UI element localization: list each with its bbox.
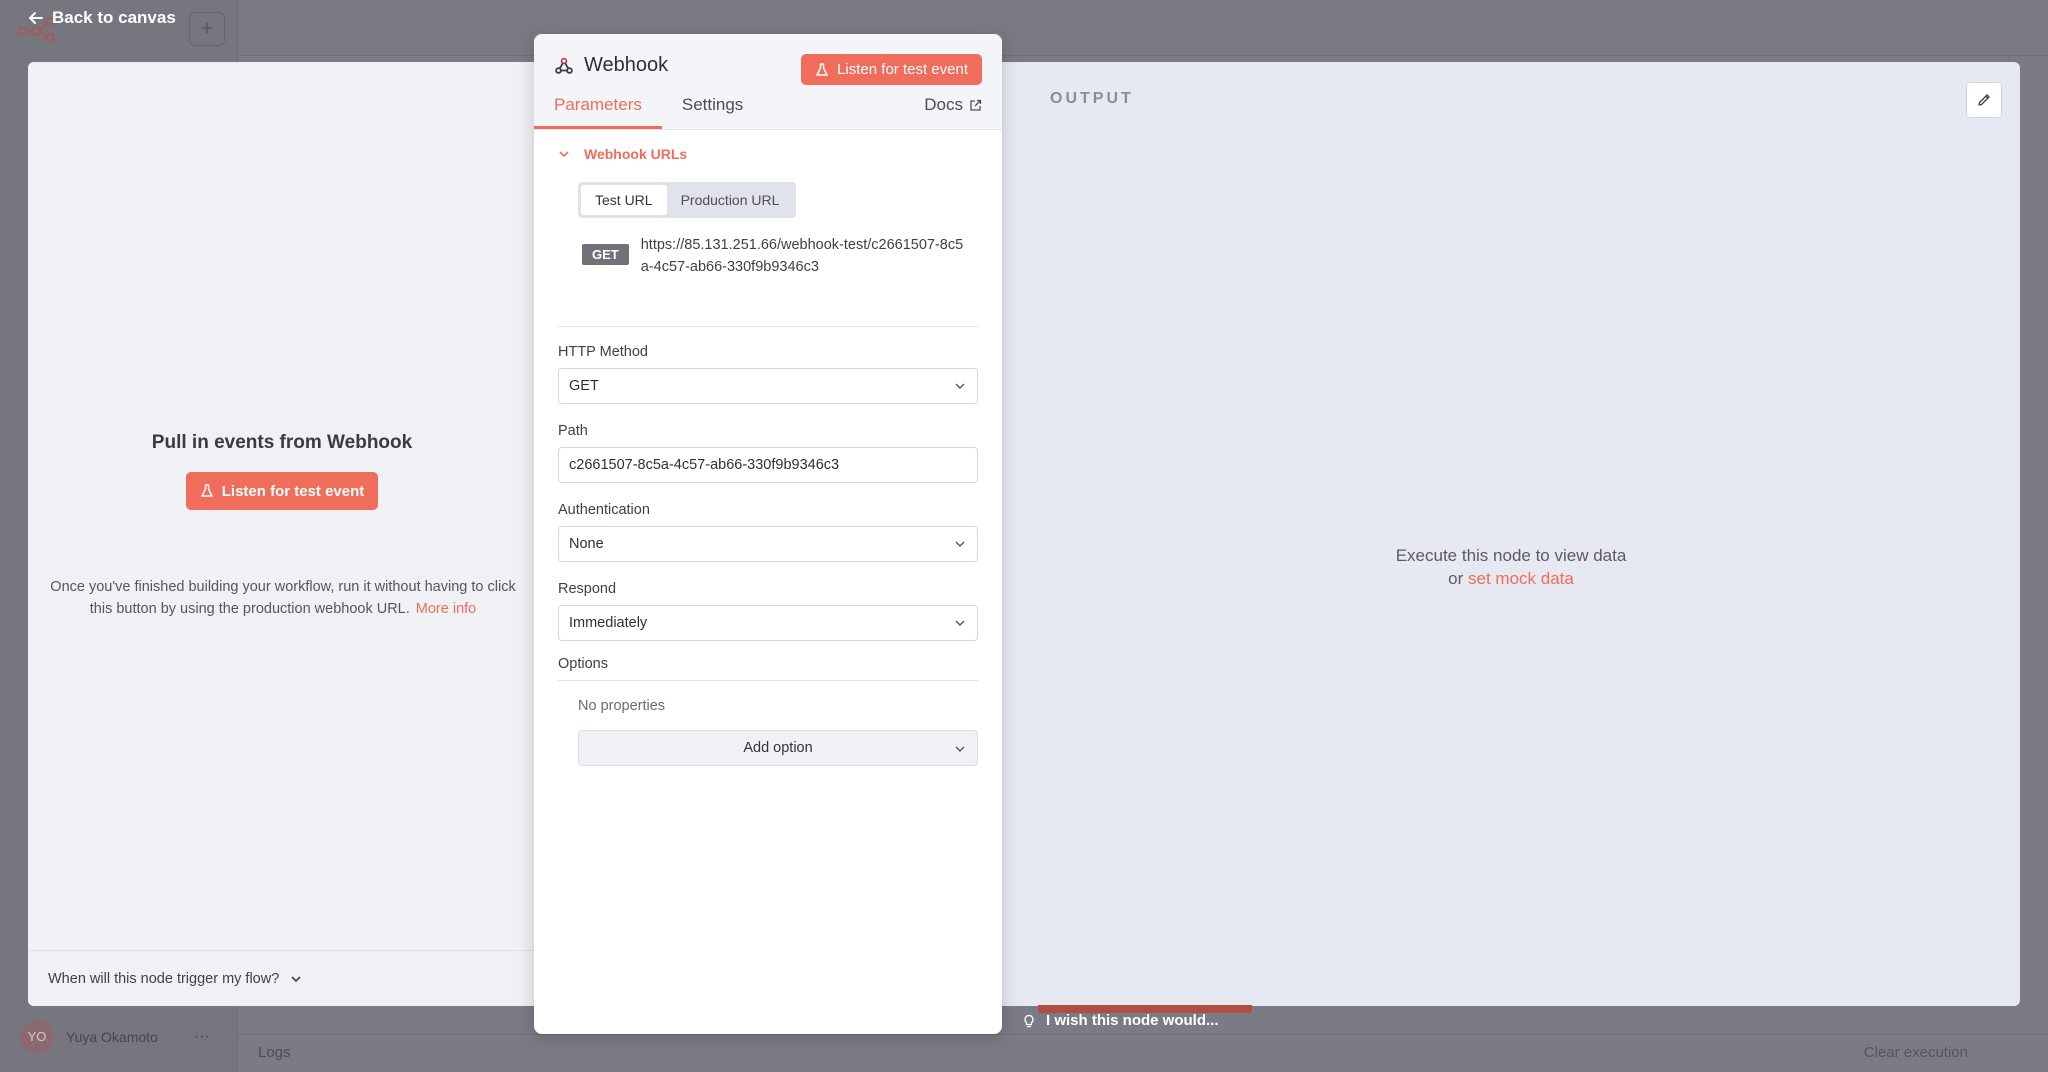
input-panel: Pull in events from Webhook Listen for t… bbox=[28, 62, 536, 1006]
divider bbox=[558, 326, 978, 327]
input-hint-text: Once you've finished building your workf… bbox=[46, 576, 520, 620]
webhook-icon bbox=[555, 57, 573, 74]
path-input[interactable]: c2661507-8c5a-4c57-ab66-330f9b9346c3 bbox=[558, 447, 978, 483]
pencil-icon bbox=[1978, 94, 1990, 106]
new-item-button[interactable]: + bbox=[189, 12, 225, 46]
http-method-label: HTTP Method bbox=[558, 344, 648, 360]
more-info-link[interactable]: More info bbox=[416, 601, 476, 617]
chevron-down-icon bbox=[955, 620, 965, 626]
url-type-toggle: Test URL Production URL bbox=[578, 182, 797, 218]
listen-for-test-event-button[interactable]: Listen for test event bbox=[185, 472, 379, 510]
output-empty-alt: or set mock data bbox=[1002, 567, 2020, 590]
clear-execution-button[interactable]: Clear execution bbox=[1864, 1044, 1968, 1061]
path-field: Path c2661507-8c5a-4c57-ab66-330f9b9346c… bbox=[558, 423, 978, 483]
respond-label: Respond bbox=[558, 581, 617, 597]
add-option-label: Add option bbox=[743, 740, 813, 756]
production-url-option[interactable]: Production URL bbox=[667, 185, 794, 215]
output-panel: OUTPUT Execute this node to view data or… bbox=[1002, 62, 2020, 1006]
more-icon[interactable]: ··· bbox=[194, 1028, 210, 1046]
chevron-down-icon bbox=[291, 975, 301, 982]
flask-icon bbox=[200, 484, 213, 497]
chevron-down-icon bbox=[955, 383, 965, 389]
parameters-header: Webhook Listen for test event Parameters… bbox=[534, 34, 1002, 130]
input-trigger-prompt: Pull in events from Webhook Listen for t… bbox=[28, 432, 536, 510]
set-mock-data-link[interactable]: set mock data bbox=[1468, 569, 1574, 588]
node-name: Webhook bbox=[584, 54, 669, 76]
no-properties-text: No properties bbox=[578, 698, 666, 714]
trigger-help-toggle[interactable]: When will this node trigger my flow? bbox=[28, 950, 536, 1006]
back-to-canvas-link[interactable]: Back to canvas bbox=[28, 8, 176, 28]
tab-parameters[interactable]: Parameters bbox=[534, 89, 662, 129]
respond-select[interactable]: Immediately bbox=[558, 605, 978, 641]
webhook-urls-toggle[interactable]: Webhook URLs bbox=[558, 146, 687, 162]
external-link-icon bbox=[970, 99, 982, 111]
lightbulb-icon bbox=[1024, 1014, 1034, 1027]
output-empty-state: Execute this node to view data or set mo… bbox=[1002, 544, 2020, 590]
docs-link[interactable]: Docs bbox=[924, 89, 982, 129]
tab-settings[interactable]: Settings bbox=[662, 89, 763, 129]
output-empty-message: Execute this node to view data bbox=[1395, 546, 1627, 565]
webhook-url[interactable]: https://85.131.251.66/webhook-test/c2661… bbox=[641, 234, 971, 278]
test-url-option[interactable]: Test URL bbox=[581, 185, 667, 215]
chevron-down-icon bbox=[955, 541, 965, 547]
docs-label: Docs bbox=[924, 95, 963, 114]
user-name: Yuya Okamoto bbox=[66, 1029, 158, 1045]
node-title[interactable]: Webhook bbox=[554, 54, 668, 77]
authentication-field: Authentication None bbox=[558, 502, 978, 562]
http-method-field: HTTP Method GET bbox=[558, 344, 978, 404]
respond-field: Respond Immediately bbox=[558, 581, 978, 641]
respond-value: Immediately bbox=[569, 615, 648, 631]
edit-output-button[interactable] bbox=[1966, 82, 2002, 118]
back-to-canvas-label: Back to canvas bbox=[52, 8, 176, 27]
listen-button-label: Listen for test event bbox=[221, 482, 365, 500]
method-badge: GET bbox=[582, 244, 629, 265]
flask-icon bbox=[816, 62, 828, 76]
webhook-url-row: GET https://85.131.251.66/webhook-test/c… bbox=[582, 234, 971, 278]
options-label: Options bbox=[558, 656, 978, 681]
path-label: Path bbox=[558, 423, 588, 439]
user-menu[interactable]: YO Yuya Okamoto ··· bbox=[20, 1020, 210, 1054]
parameter-tabs: Parameters Settings Docs bbox=[534, 89, 1002, 129]
chevron-down-icon bbox=[559, 151, 569, 158]
arrow-left-icon bbox=[29, 12, 43, 24]
add-option-button[interactable]: Add option bbox=[578, 730, 978, 766]
authentication-label: Authentication bbox=[558, 502, 650, 518]
output-title: OUTPUT bbox=[1050, 90, 1134, 107]
logs-label[interactable]: Logs bbox=[258, 1044, 291, 1061]
node-details-view: Pull in events from Webhook Listen for t… bbox=[28, 62, 2020, 1006]
input-panel-title: Pull in events from Webhook bbox=[151, 432, 413, 453]
path-value: c2661507-8c5a-4c57-ab66-330f9b9346c3 bbox=[569, 457, 840, 473]
http-method-value: GET bbox=[569, 378, 599, 394]
feedback-label: I wish this node would... bbox=[1046, 1012, 1219, 1029]
chevron-down-icon bbox=[955, 746, 965, 752]
or-text: or bbox=[1448, 569, 1464, 588]
http-method-select[interactable]: GET bbox=[558, 368, 978, 404]
authentication-select[interactable]: None bbox=[558, 526, 978, 562]
feedback-link[interactable]: I wish this node would... bbox=[1022, 1012, 1219, 1029]
parameters-panel: Webhook Listen for test event Parameters… bbox=[534, 34, 1002, 1034]
avatar: YO bbox=[20, 1020, 54, 1054]
header-listen-button[interactable]: Listen for test event bbox=[801, 54, 982, 85]
header-listen-label: Listen for test event bbox=[837, 61, 968, 78]
logs-bar bbox=[238, 1034, 2048, 1072]
trigger-help-label: When will this node trigger my flow? bbox=[48, 970, 280, 987]
workflow-topbar bbox=[238, 0, 2048, 56]
authentication-value: None bbox=[569, 536, 604, 552]
webhook-urls-title: Webhook URLs bbox=[584, 146, 688, 162]
